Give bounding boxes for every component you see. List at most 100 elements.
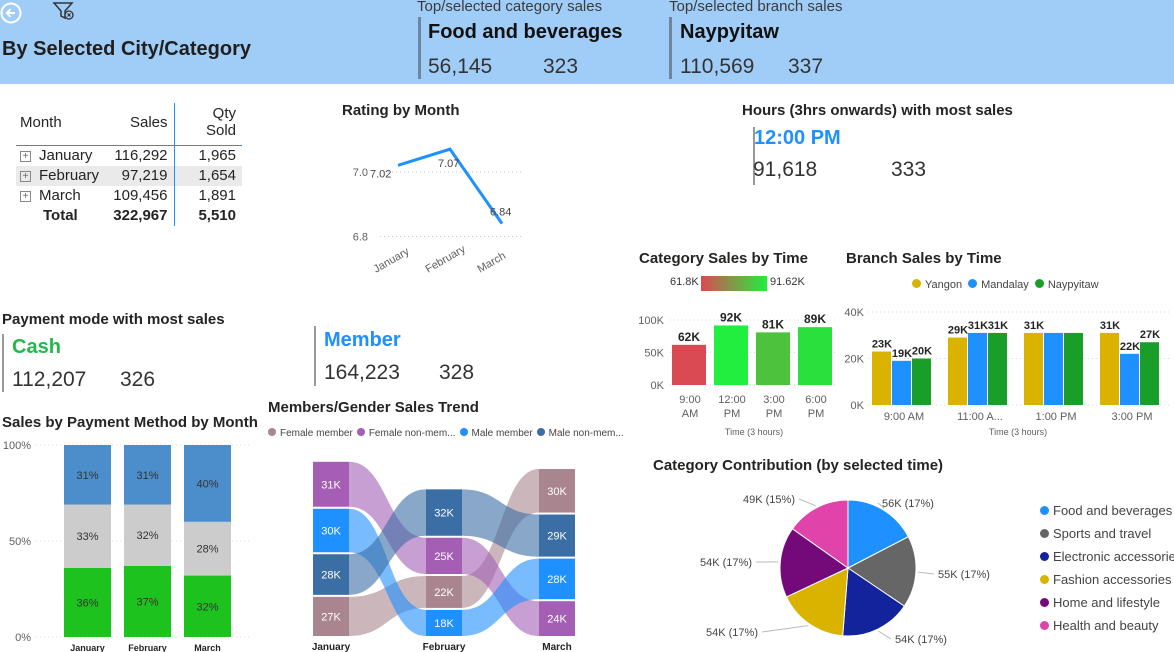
pie-legend-item[interactable]: Health and beauty xyxy=(1040,618,1159,633)
leader-line xyxy=(878,630,892,640)
y-tick-label: 50% xyxy=(9,536,31,548)
data-label: 30K xyxy=(547,486,567,498)
matrix-sales: 116,292 xyxy=(106,145,175,166)
category-card-bar xyxy=(418,17,421,79)
data-label: 18K xyxy=(434,618,454,630)
member-card-qty: 328 xyxy=(439,361,475,384)
branch-bar xyxy=(912,358,931,405)
data-label: 23K xyxy=(872,339,892,351)
x-axis-label: Time (3 hours) xyxy=(725,427,783,437)
data-label: 25K xyxy=(434,551,454,563)
data-label: 31K xyxy=(1024,320,1044,332)
data-label: 30K xyxy=(321,526,341,538)
y-tick-label: 100% xyxy=(3,440,31,452)
data-label: 28K xyxy=(547,574,567,586)
payment-card-title: Payment mode with most sales xyxy=(2,311,225,328)
data-label: 40% xyxy=(196,478,218,490)
data-label: 49K (15%) xyxy=(743,494,795,506)
category-card-qty: 323 xyxy=(543,55,579,78)
members-legend-label: Male member xyxy=(471,428,533,439)
x-tick-label: March xyxy=(194,643,221,652)
branch-legend-item[interactable]: Mandalay xyxy=(968,279,1029,291)
pie-legend-label: Health and beauty xyxy=(1053,618,1159,633)
y-tick-label: 7.0 xyxy=(353,167,368,179)
matrix-total-qty: 5,510 xyxy=(198,207,236,224)
matrix-qty: 1,654 xyxy=(174,166,242,186)
branch-time-chart: 40K20K0K23K19K 20K9:00 AM29K 31K 31K11:00 A… xyxy=(844,307,1170,437)
category-card-name: Food and beverages xyxy=(428,21,623,43)
matrix-header-sales: Sales xyxy=(106,103,175,146)
matrix-row: + March 109,456 1,891 xyxy=(16,186,242,206)
pie-legend-item[interactable]: Food and beverages xyxy=(1040,503,1172,518)
category-time-title: Category Sales by Time xyxy=(639,250,808,267)
y-tick-label: 40K xyxy=(844,307,864,319)
clear-filter-icon[interactable] xyxy=(52,1,76,26)
matrix-sales: 109,456 xyxy=(106,186,175,206)
branch-time-title: Branch Sales by Time xyxy=(846,250,1002,267)
data-label: 28% xyxy=(196,544,218,556)
x-tick-label: 11:00 A... xyxy=(957,411,1003,423)
back-icon[interactable] xyxy=(0,2,22,29)
branch-card-qty: 337 xyxy=(788,55,824,78)
matrix-row: + February 97,219 1,654 xyxy=(16,166,242,186)
pie-legend-item[interactable]: Home and lifestyle xyxy=(1040,595,1160,610)
x-tick-label: 6:00 xyxy=(805,394,826,406)
category-card-label: Top/selected category sales xyxy=(417,0,603,15)
members-legend-item[interactable]: Male member xyxy=(459,428,533,439)
data-label: 31K xyxy=(1100,320,1120,332)
category-card-sales: 56,145 xyxy=(428,55,493,78)
payment-month-chart: 100% 50% 0% 36% 33% 31% January 37% 32% 31% Februa… xyxy=(3,440,250,652)
pie-legend-label: Food and beverages xyxy=(1053,503,1173,518)
branch-bar xyxy=(968,332,987,405)
y-tick-label: 0% xyxy=(15,632,31,644)
matrix-qty: 1,965 xyxy=(198,147,236,164)
branch-legend-item[interactable]: Yangon xyxy=(912,279,962,291)
data-label: 24K xyxy=(547,614,567,626)
members-gender-title: Members/Gender Sales Trend xyxy=(268,399,479,416)
category-bar xyxy=(756,332,790,385)
payment-card-qty: 326 xyxy=(120,368,156,391)
matrix-header-qty: Qty Sold xyxy=(174,103,242,146)
members-legend-item[interactable]: Male non-mem... xyxy=(536,428,624,439)
category-pie-chart: 56K (17%) 55K (17%) 54K (17%) 54K (17%) 54K … xyxy=(700,494,990,646)
pie-legend-item[interactable]: Sports and travel xyxy=(1040,526,1151,541)
expand-icon[interactable]: + xyxy=(20,151,31,162)
expand-icon[interactable]: + xyxy=(20,191,31,202)
branch-bar xyxy=(1044,332,1063,405)
branch-card-bar xyxy=(669,17,672,79)
matrix-total-label: Total xyxy=(43,207,78,224)
branch-legend-item[interactable]: Naypyitaw xyxy=(1034,279,1099,291)
rating-line-chart: 7.0 6.8 7.02 January 7.07 February 6.84 March xyxy=(353,147,522,276)
members-legend-label: Female member xyxy=(280,428,353,439)
category-bar xyxy=(672,344,706,385)
gradient-max-label: 91.62K xyxy=(770,276,805,288)
branch-card-sales: 110,569 xyxy=(680,55,755,78)
branch-bar xyxy=(1120,353,1139,405)
data-label: 31% xyxy=(136,470,158,482)
x-tick-label: AM xyxy=(682,408,699,420)
pie-legend-item[interactable]: Fashion accessories xyxy=(1040,572,1172,587)
pie-legend-label: Sports and travel xyxy=(1053,526,1152,541)
data-label: 55K (17%) xyxy=(938,569,990,581)
data-label: 54K (17%) xyxy=(895,634,947,646)
data-label: 29K xyxy=(547,531,567,543)
data-label: 31% xyxy=(76,470,98,482)
payment-card-sales: 112,207 xyxy=(12,368,87,391)
data-label: 36% xyxy=(76,597,98,609)
expand-icon[interactable]: + xyxy=(20,171,31,182)
pie-legend-item[interactable]: Electronic accessories xyxy=(1040,549,1174,564)
pie-legend-label: Fashion accessories xyxy=(1053,572,1172,587)
members-legend-item[interactable]: Female non-mem... xyxy=(356,428,456,439)
data-label: 54K (17%) xyxy=(706,627,758,639)
data-label: 31K xyxy=(321,479,341,491)
data-label: 29K xyxy=(948,325,968,337)
x-tick-label: 9:00 AM xyxy=(884,411,924,423)
data-label: 19K xyxy=(892,348,912,360)
member-card-bar xyxy=(314,326,316,386)
payment-month-title: Sales by Payment Method by Month xyxy=(2,414,258,431)
x-tick-label: 3:00 PM xyxy=(1112,411,1153,423)
payment-card-bar xyxy=(2,334,4,392)
branch-bar xyxy=(948,337,967,405)
members-legend-item[interactable]: Female member xyxy=(268,428,353,439)
y-tick-label: 20K xyxy=(844,354,864,366)
